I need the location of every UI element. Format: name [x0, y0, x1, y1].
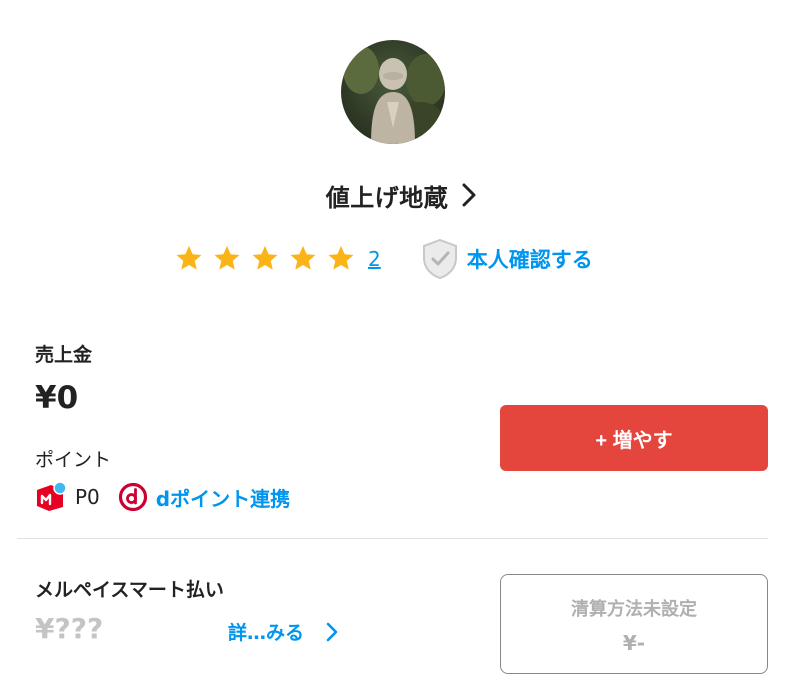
dpoint-link[interactable]: dポイント連携 — [156, 483, 290, 512]
profile-name-row[interactable]: 値上げ地蔵 — [0, 175, 802, 215]
username[interactable]: 値上げ地蔵 — [326, 178, 449, 213]
star-icon — [290, 245, 316, 270]
divider — [17, 538, 768, 539]
sales-label: 売上金 — [35, 344, 93, 366]
verify-label: 本人確認する — [466, 248, 593, 272]
identity-verify-link[interactable]: 本人確認する — [421, 238, 593, 280]
increase-sales-button[interactable]: + 増やす — [500, 405, 768, 471]
rating-row: 2 本人確認する — [174, 238, 593, 280]
merpay-smart-label: メルペイスマート払い — [35, 579, 224, 601]
avatar[interactable] — [341, 40, 445, 144]
points-row: P0 dポイント連携 — [35, 480, 290, 514]
review-count-link[interactable]: 2 — [368, 247, 381, 271]
star-icon — [176, 245, 202, 270]
settle-label: 清算方法未設定 — [571, 599, 697, 620]
chevron-right-icon[interactable] — [462, 183, 476, 207]
sales-value: ¥0 — [35, 380, 79, 416]
merpay-icon — [37, 481, 67, 511]
dpoint-icon — [118, 482, 147, 512]
settle-amount: ¥- — [622, 631, 646, 655]
merpay-smart-amount: ¥??? — [35, 612, 104, 645]
detail-link[interactable]: 詳…みる — [228, 618, 338, 645]
points-label: ポイント — [35, 449, 112, 471]
jizo-statue-image — [343, 46, 445, 144]
chevron-right-icon — [326, 622, 338, 641]
merpoint-value: P0 — [75, 485, 100, 509]
settlement-method-button[interactable]: 清算方法未設定 ¥- — [500, 574, 768, 674]
shield-check-icon — [422, 238, 457, 280]
star-icon — [214, 245, 240, 270]
star-icon — [252, 245, 278, 270]
star-icon — [328, 245, 354, 270]
detail-link-label: 詳…みる — [228, 622, 305, 644]
